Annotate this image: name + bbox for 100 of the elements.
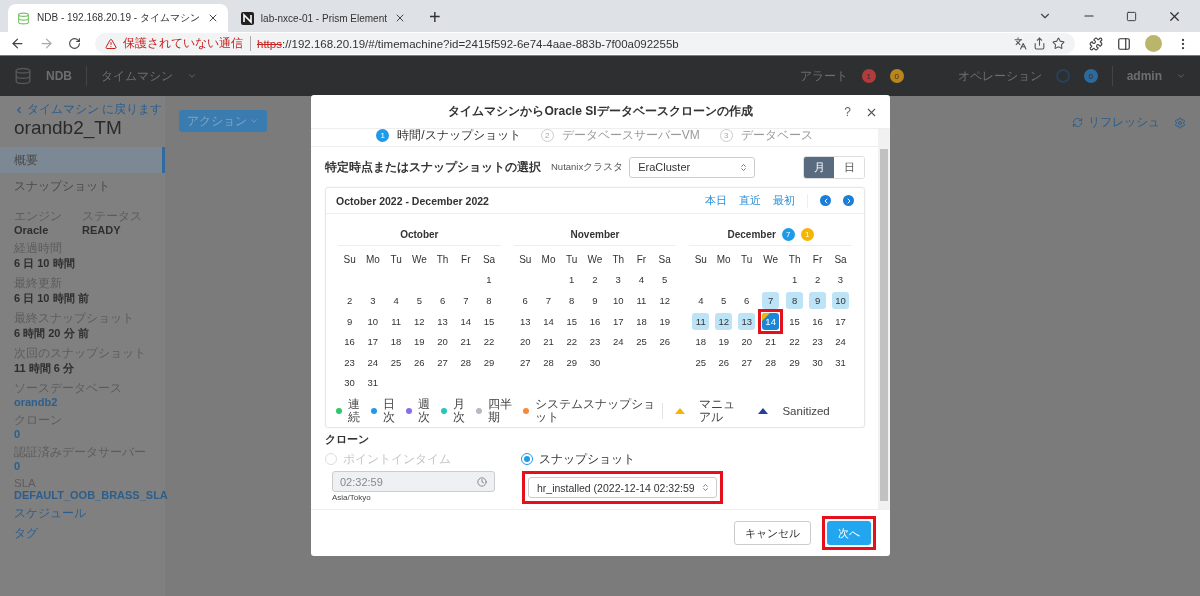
calendar-day[interactable]: 15 — [786, 312, 804, 330]
calendar-day[interactable]: 25 — [632, 333, 650, 351]
calendar-day[interactable]: 21 — [457, 333, 475, 351]
calendar-day[interactable]: 22 — [786, 333, 804, 351]
view-toggle[interactable]: 月 — [804, 156, 834, 178]
calendar-day[interactable]: 7 — [540, 292, 557, 309]
calendar-day[interactable]: 17 — [832, 312, 849, 330]
calendar-day[interactable]: 26 — [410, 353, 428, 371]
calendar-day[interactable]: 24 — [609, 333, 627, 351]
calendar-day[interactable]: 17 — [609, 312, 627, 330]
calendar-day[interactable]: 16 — [586, 312, 604, 330]
calendar-day[interactable]: 12 — [715, 312, 733, 330]
calendar-day[interactable]: 30 — [809, 353, 827, 371]
calendar-day[interactable]: 2 — [809, 271, 827, 289]
calendar-day[interactable]: 18 — [692, 333, 710, 351]
calendar-day[interactable]: 3 — [364, 292, 382, 309]
calendar-link[interactable]: 最初 — [773, 193, 795, 208]
calendar-day[interactable]: 20 — [434, 333, 452, 351]
maximize-icon[interactable] — [1126, 10, 1137, 22]
calendar-day[interactable]: 12 — [656, 292, 674, 309]
help-button[interactable]: ? — [844, 105, 851, 119]
calendar-day[interactable]: 10 — [364, 312, 382, 330]
calendar-day[interactable]: 18 — [387, 333, 405, 351]
calendar-day[interactable]: 25 — [692, 353, 710, 371]
calendar-day[interactable]: 22 — [480, 333, 498, 351]
calendar-day[interactable]: 3 — [832, 271, 849, 289]
calendar-day[interactable]: 23 — [809, 333, 827, 351]
calendar-day[interactable]: 19 — [715, 333, 733, 351]
calendar-day[interactable]: 26 — [656, 333, 674, 351]
calendar-day[interactable]: 21 — [540, 333, 557, 351]
calendar-day[interactable]: 1 — [786, 271, 804, 289]
calendar-day[interactable]: 29 — [786, 353, 804, 371]
alert-count[interactable]: 0 — [889, 69, 904, 83]
calendar-day[interactable]: 5 — [656, 271, 674, 289]
calendar-day[interactable]: 24 — [832, 333, 849, 351]
calendar-day[interactable]: 10 — [609, 292, 627, 309]
calendar-day[interactable]: 21 — [762, 333, 780, 351]
calendar-day[interactable]: 4 — [387, 292, 405, 309]
calendar-day[interactable]: 9 — [341, 312, 359, 330]
calendar-day[interactable]: 28 — [762, 353, 780, 371]
calendar-day[interactable]: 19 — [410, 333, 428, 351]
browser-tab[interactable]: lab-nxce-01 - Prism Element — [231, 4, 415, 32]
calendar-day[interactable]: 20 — [516, 333, 534, 351]
calendar-day[interactable]: 14 — [457, 312, 475, 330]
calendar-day[interactable]: 23 — [586, 333, 604, 351]
side-panel-icon[interactable] — [1117, 36, 1131, 51]
calendar-day[interactable]: 11 — [692, 312, 710, 330]
calendar-day[interactable]: 9 — [809, 292, 827, 309]
calendar-day[interactable]: 15 — [480, 312, 498, 330]
calendar-day[interactable]: 28 — [540, 353, 557, 371]
scrollbar[interactable] — [878, 129, 890, 509]
calendar-day[interactable]: 23 — [341, 353, 359, 371]
calendar-day[interactable]: 20 — [738, 333, 756, 351]
calendar-day[interactable]: 9 — [586, 292, 604, 309]
calendar-day[interactable]: 26 — [715, 353, 733, 371]
address-bar[interactable]: 保護されていない通信 https://192.168.20.19/#/timemachine?id=2415f592-6e74-4aae-883b-7f00a092255b — [95, 33, 1075, 54]
snapshot-select[interactable]: hr_installed (2022-12-14 02:32:59 — [528, 477, 717, 499]
calendar-day[interactable]: 16 — [809, 312, 827, 330]
calendar-day[interactable]: 17 — [364, 333, 382, 351]
calendar-day[interactable]: 7 — [762, 292, 780, 309]
calendar-day[interactable]: 6 — [434, 292, 452, 309]
calendar-day[interactable]: 11 — [387, 312, 405, 330]
cancel-button[interactable]: キャンセル — [734, 521, 811, 545]
calendar-day[interactable]: 27 — [738, 353, 756, 371]
calendar-day[interactable]: 8 — [480, 292, 498, 309]
calendar-day[interactable]: 19 — [656, 312, 674, 330]
calendar-day[interactable]: 8 — [786, 292, 804, 309]
calendar-day[interactable]: 30 — [341, 374, 359, 392]
star-icon[interactable] — [1052, 37, 1065, 50]
new-tab-button[interactable]: + — [429, 6, 441, 29]
calendar-day[interactable]: 5 — [410, 292, 428, 309]
calendar-day[interactable]: 27 — [516, 353, 534, 371]
calendar-day[interactable]: 15 — [563, 312, 581, 330]
calendar-day[interactable]: 2 — [341, 292, 359, 309]
calendar-day[interactable]: 30 — [586, 353, 604, 371]
calendar-day[interactable]: 4 — [632, 271, 650, 289]
calendar-day[interactable]: 12 — [410, 312, 428, 330]
calendar-link[interactable]: 直近 — [739, 193, 761, 208]
reload-icon[interactable] — [68, 37, 81, 50]
calendar-day[interactable]: 6 — [516, 292, 534, 309]
calendar-day[interactable]: 25 — [387, 353, 405, 371]
calendar-day[interactable]: 24 — [364, 353, 382, 371]
calendar-day[interactable]: 22 — [563, 333, 581, 351]
calendar-day[interactable]: 31 — [832, 353, 849, 371]
calendar-day[interactable]: 13 — [434, 312, 452, 330]
calendar-day[interactable]: 2 — [586, 271, 604, 289]
calendar-day[interactable]: 10 — [832, 292, 849, 309]
calendar-day[interactable]: 11 — [632, 292, 650, 309]
calendar-day[interactable]: 8 — [563, 292, 581, 309]
calendar-link[interactable]: 本日 — [705, 193, 727, 208]
calendar-day[interactable]: 29 — [480, 353, 498, 371]
calendar-day[interactable]: 16 — [341, 333, 359, 351]
previous-icon[interactable] — [820, 195, 831, 206]
cluster-select[interactable]: EraCluster — [629, 156, 756, 178]
puzzle-icon[interactable] — [1089, 36, 1103, 51]
calendar-day[interactable]: 5 — [715, 292, 733, 309]
calendar-day[interactable]: 3 — [609, 271, 627, 289]
calendar-day[interactable]: 6 — [738, 292, 756, 309]
calendar-day[interactable]: 4 — [692, 292, 710, 309]
calendar-day[interactable]: 1 — [480, 271, 498, 289]
